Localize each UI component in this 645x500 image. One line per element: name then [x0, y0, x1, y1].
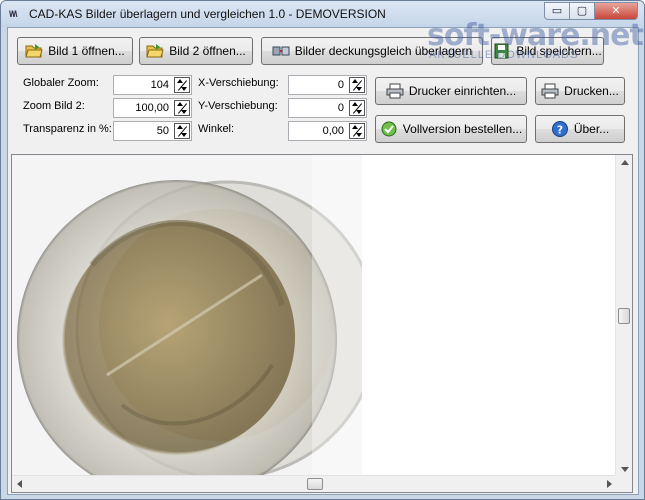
app-icon: \/\/\: [9, 9, 18, 19]
scroll-down-arrow-icon[interactable]: [621, 467, 629, 472]
printer-icon: [386, 83, 404, 99]
align-images-icon: [272, 46, 290, 56]
global-zoom-field[interactable]: 104: [113, 75, 192, 95]
global-zoom-value: 104: [150, 79, 169, 91]
y-shift-value: 0: [337, 102, 344, 114]
client-area: Bild 1 öffnen... Bild 2 öffnen... Bilder…: [7, 27, 639, 495]
angle-field[interactable]: 0,00: [288, 121, 367, 141]
transparency-spinner[interactable]: [174, 123, 190, 139]
x-shift-field[interactable]: 0: [288, 75, 367, 95]
scroll-right-arrow-icon[interactable]: [607, 480, 612, 488]
svg-text:?: ?: [557, 124, 563, 137]
maximize-button[interactable]: ▢: [569, 2, 595, 20]
close-button[interactable]: ✕: [594, 2, 638, 20]
scroll-left-arrow-icon[interactable]: [17, 480, 22, 488]
zoom-image2-value: 100,00: [135, 102, 169, 114]
angle-label: Winkel:: [198, 123, 235, 135]
print-button[interactable]: Drucken...: [535, 77, 625, 105]
transparency-label: Transparenz in %:: [23, 123, 112, 135]
x-shift-label: X-Verschiebung:: [198, 77, 279, 89]
folder-open-icon: [25, 44, 43, 58]
minimize-icon: ▭: [551, 5, 563, 17]
global-zoom-label: Globaler Zoom:: [23, 77, 99, 89]
app-window: \/\/\ CAD-KAS Bilder überlagern und verg…: [0, 0, 645, 500]
window-title: CAD-KAS Bilder überlagern und vergleiche…: [29, 7, 386, 21]
horizontal-scroll-thumb[interactable]: [306, 478, 323, 490]
save-icon: [494, 43, 509, 59]
about-button[interactable]: ? Über...: [535, 115, 625, 143]
y-shift-field[interactable]: 0: [288, 98, 367, 118]
print-label: Drucken...: [564, 84, 619, 98]
caption-buttons: ▭ ▢ ✕: [544, 2, 638, 20]
scrollbar-corner: [615, 475, 632, 492]
save-image-label: Bild speichern...: [516, 44, 602, 58]
help-icon: ?: [551, 121, 568, 137]
angle-value: 0,00: [322, 125, 344, 137]
order-full-version-button[interactable]: Vollversion bestellen...: [375, 115, 527, 143]
title-bar[interactable]: \/\/\ CAD-KAS Bilder überlagern und verg…: [1, 1, 644, 27]
coin-overlay-image: [12, 155, 362, 477]
y-shift-spinner[interactable]: [349, 100, 365, 116]
transparency-field[interactable]: 50: [113, 121, 192, 141]
save-image-button[interactable]: Bild speichern...: [491, 37, 604, 65]
align-images-label: Bilder deckungsgleich überlagern: [294, 44, 473, 58]
x-shift-value: 0: [337, 79, 344, 91]
x-shift-spinner[interactable]: [349, 77, 365, 93]
y-shift-label: Y-Verschiebung:: [198, 100, 278, 112]
check-globe-icon: [381, 121, 397, 137]
folder-open-icon: [146, 44, 164, 58]
order-full-version-label: Vollversion bestellen...: [402, 122, 523, 136]
printer-setup-button[interactable]: Drucker einrichten...: [375, 77, 527, 105]
align-images-button[interactable]: Bilder deckungsgleich überlagern: [261, 37, 483, 65]
transparency-value: 50: [156, 125, 169, 137]
printer-setup-label: Drucker einrichten...: [408, 84, 517, 98]
open-image1-button[interactable]: Bild 1 öffnen...: [17, 37, 133, 65]
open-image2-button[interactable]: Bild 2 öffnen...: [139, 37, 253, 65]
overlay-image[interactable]: [12, 155, 362, 477]
zoom-image2-spinner[interactable]: [174, 100, 190, 116]
minimize-button[interactable]: ▭: [544, 2, 570, 20]
vertical-scroll-thumb[interactable]: [618, 308, 630, 324]
horizontal-scrollbar[interactable]: [12, 475, 617, 492]
maximize-icon: ▢: [576, 5, 588, 17]
close-icon: ✕: [611, 5, 621, 17]
open-image2-label: Bild 2 öffnen...: [169, 44, 246, 58]
open-image1-label: Bild 1 öffnen...: [48, 44, 125, 58]
angle-spinner[interactable]: [349, 123, 365, 139]
zoom-image2-field[interactable]: 100,00: [113, 98, 192, 118]
scroll-up-arrow-icon[interactable]: [621, 160, 629, 165]
printer-icon: [541, 83, 559, 99]
vertical-scrollbar[interactable]: [615, 155, 632, 477]
image-canvas[interactable]: [11, 154, 633, 493]
zoom-image2-label: Zoom Bild 2:: [23, 100, 85, 112]
global-zoom-spinner[interactable]: [174, 77, 190, 93]
about-label: Über...: [573, 122, 610, 136]
